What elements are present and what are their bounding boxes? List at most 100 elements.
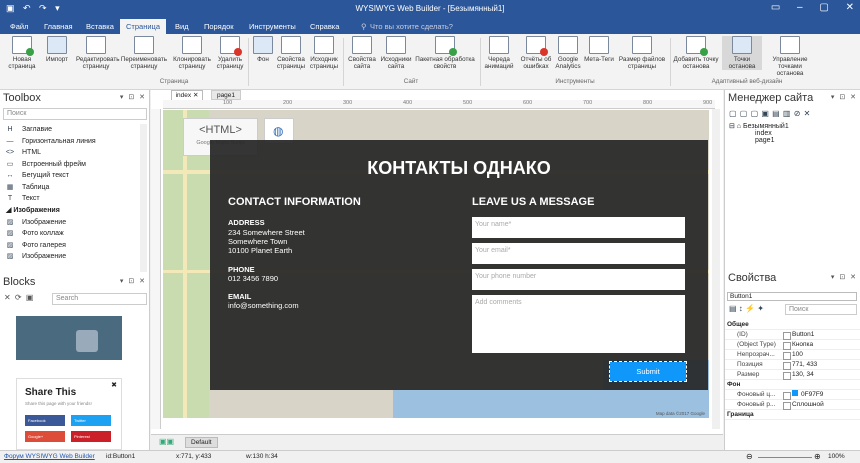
collage-icon: ▨ [6,230,14,237]
blocks-search[interactable]: Search [52,293,147,305]
menu-file[interactable]: Файл [4,21,34,32]
menu-help[interactable]: Справка [304,21,345,32]
file-size-button[interactable]: Размер файлов страницы [616,36,668,70]
meta-tags-button[interactable]: Мета-Теги [583,36,615,63]
animation-sequence-button[interactable]: Череда анимаций [482,36,516,70]
close-icon[interactable]: ✕ [193,92,198,99]
properties-search[interactable]: Поиск [785,304,857,315]
list-item[interactable]: <> HTML [0,147,140,159]
site-manager-toolbar[interactable]: ▢ ▢ ▢ ▣ ▤ ▥ ⊘ ✕ [729,109,810,118]
delete-page-button[interactable]: Удалить страницу [214,36,246,70]
table-row[interactable]: Фоновый р... Сплошной [725,400,860,410]
clone-page-button[interactable]: Клонировать страницу [170,36,214,70]
table-row[interactable]: Фоновый ц... 0F97F9 [725,390,860,400]
page-source-button[interactable]: Исходник страницы [308,36,340,70]
zoom-out-icon[interactable]: ⊖ [746,452,753,461]
contact-section[interactable]: КОНТАКТЫ ОДНАКО CONTACT INFORMATION ADDR… [210,140,708,390]
rename-page-button[interactable]: Переименовать страницу [118,36,170,70]
tell-me-input[interactable]: Что вы хотите сделать? [364,21,459,32]
list-item[interactable]: ▨ Изображение [0,251,140,263]
submit-button[interactable]: Submit [609,361,687,382]
share-title: Share This [25,387,77,398]
menu-tools[interactable]: Инструменты [243,21,302,32]
forum-link[interactable]: Форум WYSIWYG Web Builder [4,453,95,460]
editor-vscrollbar[interactable] [712,109,720,429]
table-row[interactable]: (Object Type) Кнопка [725,340,860,350]
zoom-in-icon[interactable]: ⊕ [814,452,821,461]
list-item[interactable]: ▦ Таблица [0,182,140,194]
import-button[interactable]: Импорт [42,36,72,63]
list-item[interactable]: — Горизонтальная линия [0,136,140,148]
site-manager-panel: Менеджер сайта ▾ ⊡ ✕ ▢ ▢ ▢ ▣ ▤ ▥ ⊘ ✕ ⊟ ⌂… [724,90,860,270]
analytics-icon [558,36,578,54]
properties-toolbar[interactable]: ▤ ↕ ⚡ ✦ [729,304,764,313]
section-background[interactable]: Фон [725,380,860,390]
table-row[interactable]: Позиция 771, 433 [725,360,860,370]
menu-home[interactable]: Главная [38,21,79,32]
manage-breakpoints-button[interactable]: Управление точками останова [764,36,816,77]
background-button[interactable]: Фон [252,36,274,63]
breakpoints-button[interactable]: Точки останова [722,36,762,70]
batch-properties-button[interactable]: Пакетная обработка свойств [414,36,476,70]
site-properties-button[interactable]: Свойства сайта [346,36,378,70]
object-select[interactable]: Button1 [727,292,857,301]
menu-insert[interactable]: Вставка [80,21,120,32]
phone-input[interactable]: Your phone number [472,269,685,290]
google-analytics-button[interactable]: Google Analytics [554,36,582,70]
panel-controls[interactable]: ▾ ⊡ ✕ [120,93,145,101]
pinterest-button[interactable]: Pinterest [71,431,111,442]
blocks-panel: Blocks ▾ ⊡ ✕ ✕ ⟳ ▣ Search Share This ✖ S… [0,274,150,450]
table-row[interactable]: Размер 130, 34 [725,370,860,380]
site-tree[interactable]: ⊟ ⌂ Безымянный1 index page1 [729,122,789,144]
facebook-button[interactable]: Facebook [25,415,65,426]
table-row[interactable]: Непрозрач... 100 [725,350,860,360]
menu-view[interactable]: Вид [169,21,195,32]
list-item[interactable]: ↔ Бегущий текст [0,170,140,182]
zoom-slider[interactable] [758,457,812,458]
text-icon: T [7,195,13,202]
panel-controls[interactable]: ▾ ⊡ ✕ [831,273,856,281]
new-page-button[interactable]: Новая страница [6,36,38,70]
layout-icons[interactable]: ▣▣ [159,437,174,446]
page-properties-button[interactable]: Свойства страницы [276,36,306,70]
menu-page[interactable]: Страница [120,19,166,34]
block-thumbnail[interactable] [16,316,122,360]
zoom-level: 100% [828,453,845,460]
share-block[interactable]: Share This ✖ Share this page with your f… [16,378,122,450]
tree-root[interactable]: ⊟ ⌂ Безымянный1 [729,122,789,130]
panel-controls[interactable]: ▾ ⊡ ✕ [120,277,145,285]
add-breakpoint-button[interactable]: Добавить точку останова [672,36,720,70]
site-source-button[interactable]: Исходники сайта [380,36,412,70]
toolbox-search[interactable]: Поиск [3,108,147,120]
email-input[interactable]: Your email* [472,243,685,264]
table-row[interactable]: (ID) Button1 [725,330,860,340]
tree-page-page1[interactable]: page1 [729,137,789,144]
tab-index[interactable]: index ✕ [171,90,203,100]
editor-footer: ▣▣ Default [151,434,723,450]
edit-page-button[interactable]: Редактировать страницу [76,36,120,70]
list-item[interactable]: ▨ Фото коллаж [0,228,140,240]
breakpoint-tab-default[interactable]: Default [185,437,218,448]
list-item[interactable]: ▨ Изображение [0,217,140,229]
google-button[interactable]: Google+ [25,431,65,442]
name-input[interactable]: Your name* [472,217,685,238]
comments-textarea[interactable]: Add comments [472,295,685,353]
list-item[interactable]: T Текст [0,193,140,205]
menu-arrange[interactable]: Порядок [198,21,240,32]
tree-page-index[interactable]: index [729,130,789,137]
rename-icon [134,36,154,54]
window-controls[interactable]: ▭ – ▢ ✕ [771,2,854,13]
list-item[interactable]: H Заглавие [0,124,140,136]
error-report-button[interactable]: Отчёты об ошибках [518,36,554,70]
toolbox-scrollbar[interactable] [140,124,147,272]
twitter-button[interactable]: Twitter [71,415,111,426]
blocks-toolbar-icons[interactable]: ✕ ⟳ ▣ [4,293,33,302]
section-general[interactable]: Общее [725,320,860,330]
tab-page1[interactable]: page1 [211,90,241,100]
panel-controls[interactable]: ▾ ⊡ ✕ [831,93,856,101]
close-icon[interactable]: ✖ [111,381,117,389]
section-border[interactable]: Граница [725,410,860,420]
list-item[interactable]: ▭ Встроенный фрейм [0,159,140,171]
toolbox-category[interactable]: ◢ Изображения [0,205,140,217]
list-item[interactable]: ▨ Фото галерея [0,240,140,252]
